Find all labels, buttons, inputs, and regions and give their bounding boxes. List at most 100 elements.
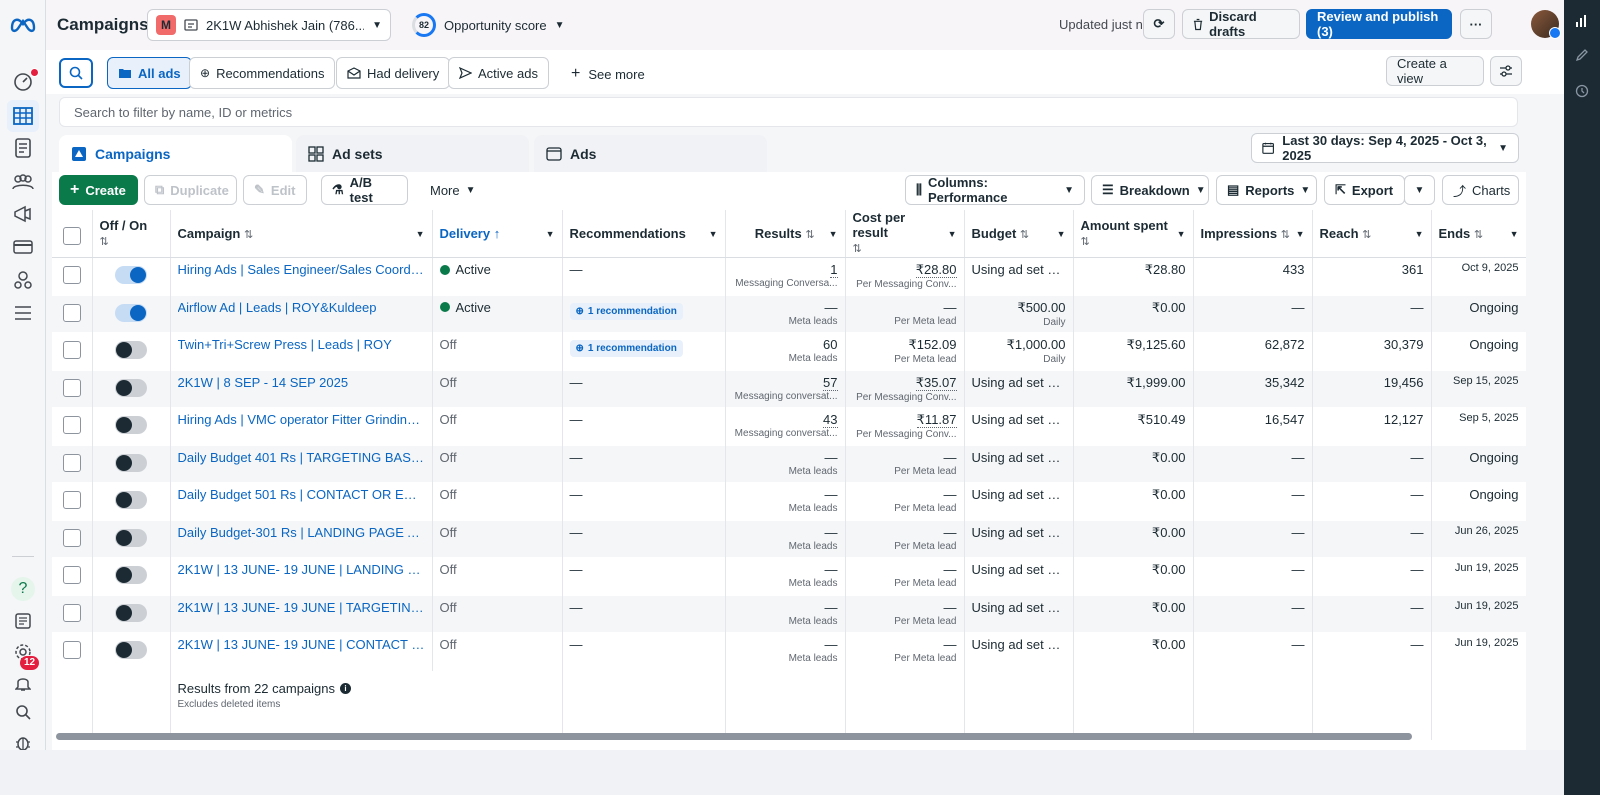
campaign-name-link[interactable]: Hiring Ads | VMC operator Fitter Grindin… — [178, 412, 425, 427]
tab-campaigns[interactable]: Campaigns — [59, 135, 292, 172]
campaign-on-off-toggle[interactable] — [115, 603, 147, 622]
row-checkbox[interactable] — [62, 566, 81, 584]
table-row[interactable]: Hiring Ads | VMC operator Fitter Grindin… — [52, 407, 1526, 445]
export-dropdown-button[interactable]: ▼ — [1404, 175, 1435, 205]
campaign-on-off-toggle[interactable] — [115, 566, 147, 584]
col-header-cost-per-result[interactable]: Cost per result ⇅ ▼ — [845, 210, 965, 258]
col-header-ends[interactable]: Ends ⇅ ▼ — [1431, 210, 1526, 258]
discard-drafts-button[interactable]: Discard drafts — [1182, 9, 1300, 39]
create-view-button[interactable]: Create a view — [1386, 56, 1484, 86]
filter-chip-active-ads[interactable]: Active ads — [448, 57, 549, 89]
search-toggle-button[interactable] — [59, 58, 93, 88]
reports-button[interactable]: ▤ Reports ▼ — [1216, 175, 1317, 205]
campaign-name-link[interactable]: Daily Budget 501 Rs | CONTACT OR EMAIL C… — [178, 487, 425, 502]
col-header-results[interactable]: Results ⇅ ▼ — [725, 210, 846, 258]
filter-search-input[interactable] — [74, 104, 1503, 120]
col-header-amount-spent[interactable]: Amount spent ⇅ ▼ — [1073, 210, 1194, 258]
view-settings-button[interactable] — [1490, 56, 1522, 86]
edit-button[interactable]: ✎ Edit — [243, 175, 307, 205]
col-header-recommendations[interactable]: Recommendations ▼ — [562, 210, 726, 258]
filter-chip-all-ads[interactable]: All ads — [107, 57, 192, 89]
news-icon[interactable] — [11, 609, 35, 633]
notifications-bell-icon[interactable] — [11, 671, 35, 695]
history-clock-icon[interactable] — [1573, 82, 1591, 100]
see-more-filters[interactable]: + See more — [571, 65, 645, 83]
row-checkbox[interactable] — [62, 491, 81, 509]
campaign-on-off-toggle[interactable] — [115, 453, 147, 472]
table-row[interactable]: Daily Budget 401 Rs | TARGETING BASED Of… — [52, 445, 1526, 483]
tab-ad-sets[interactable]: Ad sets — [296, 135, 529, 172]
campaign-name-link[interactable]: 2K1W | 13 JUNE- 19 JUNE | TARGETING BAS.… — [178, 600, 425, 615]
row-checkbox[interactable] — [62, 641, 81, 659]
duplicate-button[interactable]: ⧉ Duplicate — [144, 175, 237, 205]
menu-icon[interactable] — [11, 301, 35, 325]
ads-manager-table-icon[interactable] — [7, 100, 39, 132]
review-publish-button[interactable]: Review and publish (3) — [1306, 9, 1452, 39]
business-tools-icon[interactable] — [11, 268, 35, 292]
campaign-on-off-toggle[interactable] — [115, 266, 147, 284]
more-button[interactable]: More ▼ — [420, 175, 486, 205]
megaphone-icon[interactable] — [11, 202, 35, 226]
row-checkbox[interactable] — [62, 453, 81, 472]
row-checkbox[interactable] — [62, 266, 81, 284]
row-checkbox[interactable] — [62, 416, 81, 434]
breakdown-button[interactable]: ☰ Breakdown ▼ — [1091, 175, 1209, 205]
campaign-on-off-toggle[interactable] — [115, 641, 147, 659]
pages-icon[interactable] — [11, 136, 35, 160]
search-icon[interactable] — [11, 700, 35, 724]
info-icon[interactable]: i — [340, 682, 352, 694]
row-checkbox[interactable] — [62, 378, 81, 397]
more-options-button[interactable]: ··· — [1460, 9, 1492, 39]
horizontal-scrollbar[interactable] — [56, 733, 1412, 740]
export-button[interactable]: ⇱ Export — [1324, 175, 1405, 205]
create-button[interactable]: + Create — [59, 175, 138, 205]
table-row[interactable]: Hiring Ads | Sales Engineer/Sales Coordi… — [52, 257, 1526, 295]
col-header-reach[interactable]: Reach ⇅ ▼ — [1312, 210, 1432, 258]
col-header-impressions[interactable]: Impressions ⇅ ▼ — [1193, 210, 1313, 258]
billing-card-icon[interactable] — [11, 235, 35, 259]
filter-chip-recommendations[interactable]: ⊕ Recommendations — [189, 57, 336, 89]
table-row[interactable]: Twin+Tri+Screw Press | Leads | ROY Off ⊕… — [52, 332, 1526, 370]
campaign-name-link[interactable]: Airflow Ad | Leads | ROY&Kuldeep — [178, 300, 425, 315]
tab-ads[interactable]: Ads — [534, 135, 767, 172]
date-range-picker[interactable]: Last 30 days: Sep 4, 2025 - Oct 3, 2025 … — [1251, 133, 1519, 163]
refresh-button[interactable]: ⟳ — [1143, 9, 1175, 39]
ab-test-button[interactable]: ⚗ A/B test — [321, 175, 408, 205]
campaign-on-off-toggle[interactable] — [115, 491, 147, 509]
recommendation-pill[interactable]: ⊕ 1 recommendation — [569, 302, 683, 320]
opportunity-score[interactable]: 82 Opportunity score ▼ — [412, 13, 565, 37]
col-header-delivery[interactable]: Delivery ↑ ▼ — [432, 210, 563, 258]
select-all-checkbox[interactable] — [62, 226, 81, 245]
campaign-on-off-toggle[interactable] — [115, 378, 147, 397]
row-checkbox[interactable] — [62, 303, 81, 322]
campaign-name-link[interactable]: 2K1W | 13 JUNE- 19 JUNE | LANDING PAGE .… — [178, 562, 425, 577]
bar-chart-icon[interactable] — [1573, 12, 1591, 30]
table-row[interactable]: 2K1W | 13 JUNE- 19 JUNE | LANDING PAGE .… — [52, 557, 1526, 595]
filter-chip-had-delivery[interactable]: Had delivery — [336, 57, 451, 89]
col-header-campaign[interactable]: Campaign ⇅ ▼ — [170, 210, 433, 258]
table-row[interactable]: Daily Budget 501 Rs | CONTACT OR EMAIL C… — [52, 482, 1526, 520]
row-checkbox[interactable] — [62, 341, 81, 359]
account-selector[interactable]: M 2K1W Abhishek Jain (786... ▼ — [147, 9, 391, 41]
campaign-name-link[interactable]: Hiring Ads | Sales Engineer/Sales Coordi… — [178, 262, 425, 277]
table-row[interactable]: Airflow Ad | Leads | ROY&Kuldeep Active … — [52, 295, 1526, 333]
help-icon[interactable]: ? — [11, 577, 35, 601]
recommendation-pill[interactable]: ⊕ 1 recommendation — [569, 340, 683, 357]
col-header-off-on[interactable]: Off / On ⇅ — [92, 210, 171, 258]
campaign-on-off-toggle[interactable] — [115, 341, 147, 359]
filter-search-bar[interactable] — [59, 97, 1518, 127]
campaign-on-off-toggle[interactable] — [115, 303, 147, 322]
campaign-name-link[interactable]: 2K1W | 8 SEP - 14 SEP 2025 — [178, 375, 425, 390]
row-checkbox[interactable] — [62, 528, 81, 547]
row-checkbox[interactable] — [62, 603, 81, 622]
columns-button[interactable]: ⫼ Columns: Performance ▼ — [905, 175, 1085, 205]
table-row[interactable]: 2K1W | 13 JUNE- 19 JUNE | TARGETING BAS.… — [52, 595, 1526, 633]
campaign-name-link[interactable]: 2K1W | 13 JUNE- 19 JUNE | CONTACT OR E..… — [178, 637, 425, 652]
campaign-name-link[interactable]: Twin+Tri+Screw Press | Leads | ROY — [178, 337, 425, 352]
campaign-name-link[interactable]: Daily Budget-301 Rs | LANDING PAGE AUDI.… — [178, 525, 425, 540]
col-header-budget[interactable]: Budget ⇅ ▼ — [964, 210, 1074, 258]
charts-button[interactable]: ⤴ Charts — [1442, 175, 1519, 205]
edit-pencil-icon[interactable] — [1573, 46, 1591, 64]
table-row[interactable]: Daily Budget-301 Rs | LANDING PAGE AUDI.… — [52, 520, 1526, 558]
meta-logo-icon[interactable] — [9, 13, 37, 35]
